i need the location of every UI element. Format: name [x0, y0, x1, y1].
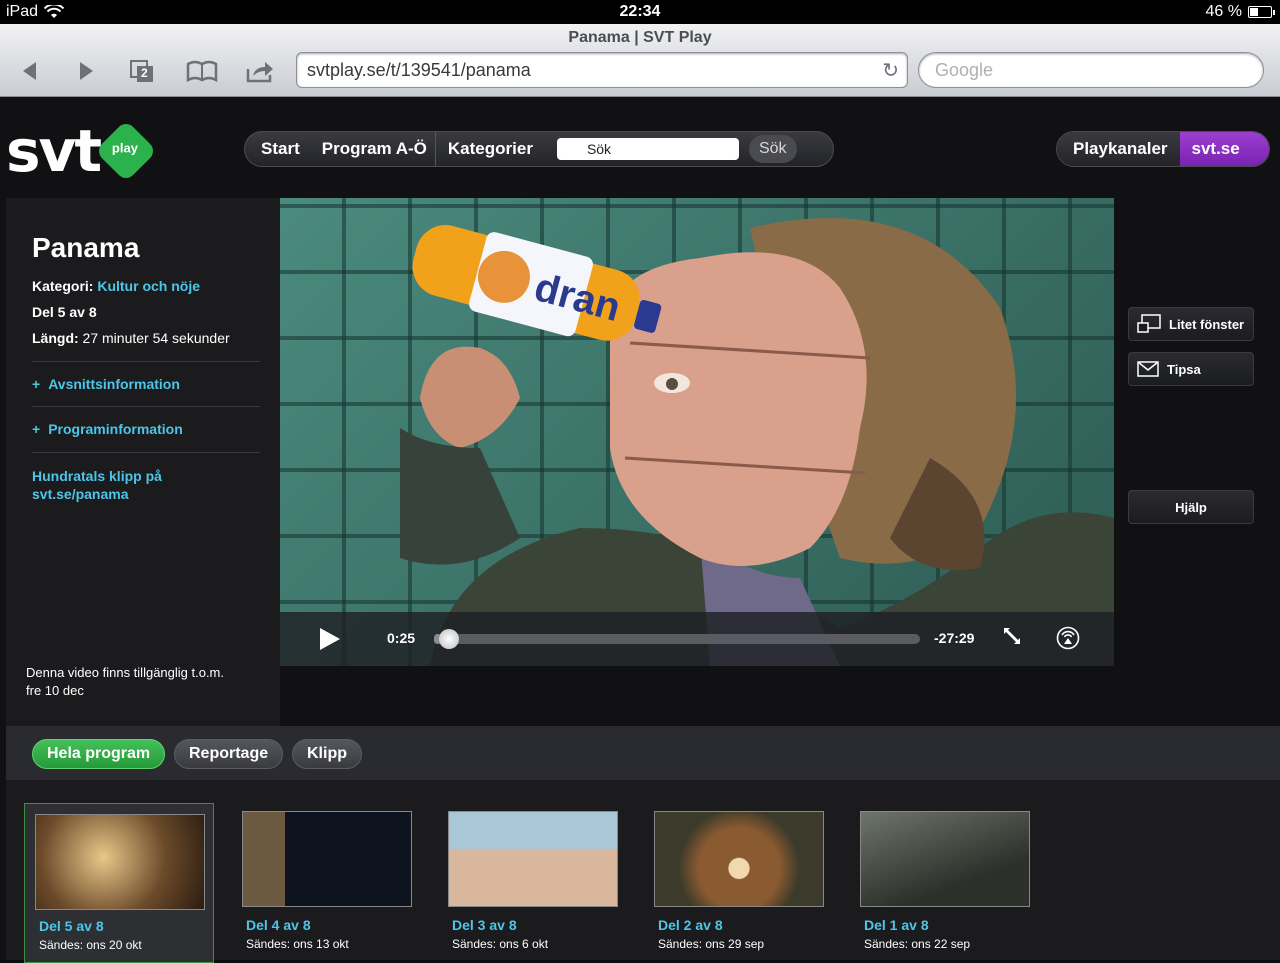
tip-button[interactable]: Tipsa [1128, 352, 1254, 386]
content-tabs: Hela program Reportage Klipp [6, 726, 1280, 780]
episode-thumbnail [35, 814, 205, 910]
episode-date: Sändes: ons 6 okt [452, 937, 549, 951]
status-bar: iPad 22:34 46 % [0, 0, 1280, 24]
logo-text: svt [6, 117, 102, 185]
tab-hela-program[interactable]: Hela program [32, 739, 166, 769]
episode-date: Sändes: ons 29 sep [658, 937, 765, 951]
clock: 22:34 [619, 3, 661, 20]
divider [32, 452, 260, 453]
airplay-icon[interactable] [1056, 626, 1080, 656]
episode-info-label: Avsnittsinformation [48, 376, 180, 392]
book-icon [186, 60, 218, 82]
nav-start[interactable]: Start [245, 132, 308, 166]
svt-play-logo[interactable]: svt play [6, 117, 158, 185]
play-icon[interactable] [320, 628, 340, 650]
page-title: Panama | SVT Play [568, 29, 712, 46]
broadcast-icon [1056, 626, 1080, 650]
availability-note: Denna video finns tillgänglig t.o.m. fre… [26, 664, 256, 700]
availability-line: fre 10 dec [26, 683, 84, 698]
clips-link-line: svt.se/panama [32, 486, 129, 502]
main-nav: Start Program A-Ö Kategorier Sök Sök [244, 131, 834, 167]
search-field[interactable]: Google [918, 52, 1264, 88]
nav-kategorier[interactable]: Kategorier [436, 132, 541, 166]
bookmarks-button[interactable] [182, 54, 222, 88]
forward-button[interactable] [66, 54, 106, 88]
episode-info-expander[interactable]: + Avsnittsinformation [32, 376, 180, 392]
back-button[interactable] [10, 54, 50, 88]
episode-card[interactable]: Del 5 av 8 Sändes: ons 20 okt [24, 803, 214, 963]
divider [32, 406, 260, 407]
small-window-icon [1137, 314, 1161, 333]
episode-thumbnail [654, 811, 824, 907]
tabs-button[interactable]: 2 [122, 54, 162, 88]
nav-program-a-o[interactable]: Program A-Ö [308, 132, 435, 166]
tab-reportage[interactable]: Reportage [174, 739, 284, 769]
playkanaler-link[interactable]: Playkanaler [1057, 132, 1180, 166]
program-info-label: Programinformation [48, 421, 183, 437]
episode-title: Del 2 av 8 [658, 917, 723, 933]
category-row: Kategori: Kultur och nöje [32, 278, 200, 294]
availability-line: Denna video finns tillgänglig t.o.m. [26, 665, 225, 680]
svtse-link[interactable]: svt.se [1179, 132, 1269, 166]
clips-link[interactable]: Hundratals klipp på svt.se/panama [32, 467, 162, 503]
envelope-icon [1137, 361, 1159, 377]
small-window-label: Litet fönster [1169, 316, 1245, 332]
episode-date: Sändes: ons 20 okt [39, 938, 142, 952]
program-info-expander[interactable]: + Programinformation [32, 421, 183, 437]
category-link[interactable]: Kultur och nöje [97, 278, 200, 294]
clips-link-line: Hundratals klipp på [32, 468, 162, 484]
help-button[interactable]: Hjälp [1128, 490, 1254, 524]
program-title: Panama [32, 232, 140, 263]
episode-thumbnail [448, 811, 618, 907]
episode-title: Del 4 av 8 [246, 917, 311, 933]
address-bar[interactable]: svtplay.se/t/139541/panama ↻ [296, 52, 908, 88]
battery-percent: 46 % [1205, 3, 1242, 20]
episode-list: Del 5 av 8 Sändes: ons 20 okt Del 4 av 8… [6, 780, 1280, 963]
length-value: 27 minuter 54 sekunder [82, 330, 230, 346]
episode-date: Sändes: ons 13 okt [246, 937, 349, 951]
episode-number: Del 5 av 8 [32, 304, 97, 320]
battery-icon [1248, 6, 1275, 18]
browser-toolbar: Panama | SVT Play 2 svtplay.se/t/139541/… [0, 24, 1280, 97]
video-player[interactable]: dran [280, 198, 1114, 666]
episode-thumbnail [242, 811, 412, 907]
site-search-input[interactable]: Sök [556, 138, 739, 160]
episode-title: Del 3 av 8 [452, 917, 517, 933]
forward-arrow-icon [80, 62, 93, 80]
share-button[interactable] [240, 54, 280, 88]
episode-thumbnail [860, 811, 1030, 907]
channel-nav: Playkanaler svt.se [1056, 131, 1270, 167]
scrubber-handle[interactable] [439, 629, 459, 649]
site-search-button[interactable]: Sök [748, 135, 797, 163]
elapsed-time: 0:25 [387, 630, 416, 646]
length-row: Längd: 27 minuter 54 sekunder [32, 330, 230, 346]
category-label: Kategori: [32, 278, 94, 294]
reload-icon[interactable]: ↻ [882, 58, 899, 83]
play-badge-icon: play [94, 119, 158, 183]
length-label: Längd: [32, 330, 79, 346]
episode-date: Sändes: ons 22 sep [864, 937, 971, 951]
tip-label: Tipsa [1167, 361, 1201, 377]
fullscreen-icon[interactable] [1002, 626, 1022, 652]
plus-icon: + [32, 421, 41, 437]
svt-play-page: svt play Start Program A-Ö Kategorier Sö… [0, 97, 1280, 963]
divider [32, 361, 260, 362]
tab-count: 2 [141, 66, 148, 80]
episode-title: Del 1 av 8 [864, 917, 929, 933]
expand-arrows-icon [1004, 628, 1020, 644]
player-controls: 0:25 -27:29 [280, 612, 1114, 666]
back-arrow-icon [23, 62, 36, 80]
plus-icon: + [32, 376, 41, 392]
share-icon [246, 62, 273, 83]
remaining-time: -27:29 [934, 630, 975, 646]
program-info-panel: Panama Kategori: Kultur och nöje Del 5 a… [6, 198, 280, 726]
tab-klipp[interactable]: Klipp [292, 739, 362, 769]
small-window-button[interactable]: Litet fönster [1128, 307, 1254, 341]
video-still-figure: dran [400, 218, 1114, 666]
progress-track[interactable] [434, 634, 920, 644]
url-text: svtplay.se/t/139541/panama [307, 60, 531, 80]
episode-title: Del 5 av 8 [39, 918, 104, 934]
logo-badge-text: play [111, 140, 139, 156]
